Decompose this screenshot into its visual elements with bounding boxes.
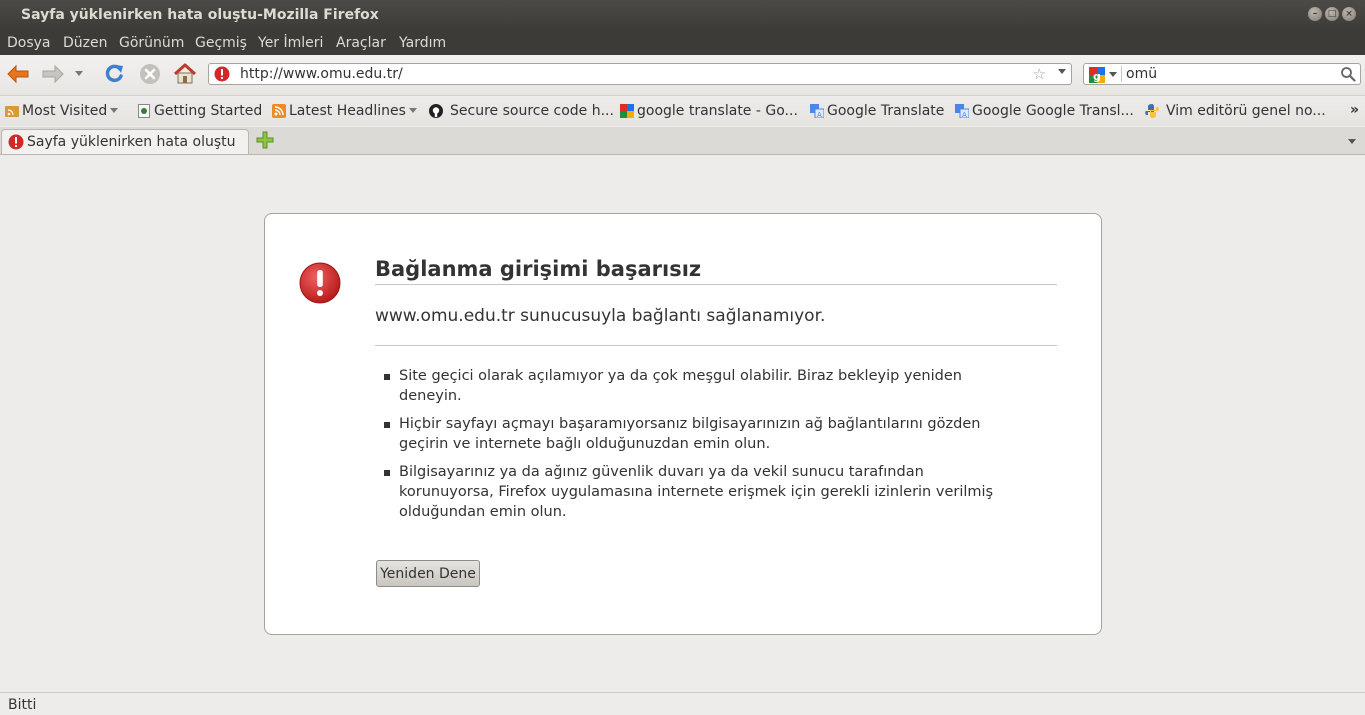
search-bar[interactable]: g omü: [1083, 63, 1361, 85]
svg-text:A: A: [817, 111, 822, 118]
window-title: Sayfa yüklenirken hata oluştu-Mozilla Fi…: [21, 7, 379, 23]
tab-active[interactable]: Sayfa yüklenirken hata oluştu: [1, 129, 249, 154]
svg-text:A: A: [962, 111, 967, 118]
github-icon: [429, 104, 443, 118]
stop-icon: [140, 64, 160, 84]
menu-bar: Dosya Düzen Görünüm Geçmiş Yer İmleri Ar…: [0, 32, 1365, 55]
bookmark-label: Google Translate: [827, 103, 945, 119]
window-controls: – □ ×: [1308, 7, 1356, 21]
back-button[interactable]: [5, 61, 31, 87]
bookmark-label: google translate - Go...: [637, 103, 798, 119]
tab-label: Sayfa yüklenirken hata oluştu: [27, 134, 236, 150]
svg-text:g: g: [1093, 70, 1101, 83]
maximize-button[interactable]: □: [1325, 7, 1339, 21]
menu-edit[interactable]: Düzen: [63, 35, 108, 51]
list-item: Bilgisayarınız ya da ağınız güvenlik duv…: [383, 462, 1023, 522]
url-text: http://www.omu.edu.tr/: [240, 66, 403, 82]
page-icon: [138, 104, 150, 118]
list-item: Hiçbir sayfayı açmayı başaramıyorsanız b…: [383, 414, 1023, 454]
chevron-right-icon: »: [1350, 102, 1360, 118]
list-all-tabs-button[interactable]: [1348, 139, 1356, 144]
menu-bookmarks[interactable]: Yer İmleri: [258, 35, 323, 51]
error-page-container: Bağlanma girişimi başarısız www.omu.edu.…: [264, 213, 1102, 635]
rss-folder-icon: [5, 106, 19, 117]
translate-icon: A: [810, 104, 824, 118]
home-icon: [173, 63, 197, 84]
bookmark-secure-source[interactable]: Secure source code h...: [429, 103, 614, 119]
bookmark-most-visited[interactable]: Most Visited: [5, 103, 119, 119]
window-titlebar: Sayfa yüklenirken hata oluştu-Mozilla Fi…: [0, 0, 1365, 32]
rss-icon: [272, 104, 286, 118]
search-engine-dropdown-icon[interactable]: [1109, 72, 1117, 77]
bookmarks-overflow-button[interactable]: »: [1350, 102, 1359, 118]
retry-button[interactable]: Yeniden Dene: [376, 560, 480, 587]
search-query: omü: [1126, 66, 1158, 82]
bookmark-star-icon[interactable]: ☆: [1033, 65, 1046, 83]
google-icon: [620, 104, 634, 118]
chevron-down-icon: [110, 108, 119, 113]
chevron-down-icon: [75, 71, 83, 76]
translate-icon: A: [955, 104, 969, 118]
minimize-button[interactable]: –: [1308, 7, 1322, 21]
url-dropdown-icon[interactable]: [1058, 69, 1066, 74]
bookmark-label: Getting Started: [154, 103, 263, 119]
bookmark-label: Most Visited: [22, 103, 108, 119]
bookmark-label: Google Google Transl...: [972, 103, 1134, 119]
bookmark-google-translate[interactable]: A Google Translate: [810, 103, 944, 119]
error-title: Bağlanma girişimi başarısız: [375, 257, 1057, 285]
menu-help[interactable]: Yardım: [399, 35, 446, 51]
bookmark-google-google-translate[interactable]: A Google Google Transl...: [955, 103, 1134, 119]
bookmark-label: Secure source code h...: [450, 103, 614, 119]
navigation-toolbar: http://www.omu.edu.tr/ ☆ g omü: [0, 55, 1365, 96]
home-button[interactable]: [172, 61, 198, 87]
page-content: Bağlanma girişimi başarısız www.omu.edu.…: [0, 155, 1365, 692]
tab-bar: Sayfa yüklenirken hata oluştu: [0, 127, 1365, 155]
list-item: Site geçici olarak açılamıyor ya da çok …: [383, 366, 1023, 406]
status-text: Bitti: [8, 697, 37, 713]
forward-button[interactable]: [40, 61, 66, 87]
bookmark-label: Vim editörü genel no...: [1166, 103, 1326, 119]
search-icon[interactable]: [1340, 66, 1356, 86]
bookmark-label: Latest Headlines: [289, 103, 406, 119]
stop-button[interactable]: [137, 61, 163, 87]
menu-view[interactable]: Görünüm: [119, 35, 184, 51]
bookmark-vim[interactable]: Vim editörü genel no...: [1145, 103, 1326, 119]
menu-history[interactable]: Geçmiş: [195, 35, 247, 51]
error-suggestions-list: Site geçici olarak açılamıyor ya da çok …: [383, 366, 1023, 530]
search-separator: [1121, 66, 1122, 82]
back-arrow-icon: [7, 64, 29, 84]
error-description: www.omu.edu.tr sunucusuyla bağlantı sağl…: [375, 306, 1057, 346]
new-tab-button[interactable]: [256, 131, 274, 153]
reload-button[interactable]: [101, 61, 127, 87]
status-bar: Bitti: [0, 692, 1365, 715]
bookmark-getting-started[interactable]: Getting Started: [137, 103, 262, 119]
error-site-icon: [214, 66, 230, 86]
error-icon: [299, 262, 341, 308]
history-dropdown-button[interactable]: [72, 61, 86, 87]
reload-icon: [105, 64, 123, 83]
bookmarks-toolbar: Most Visited Getting Started Latest Head…: [0, 96, 1365, 126]
google-engine-icon[interactable]: g: [1089, 67, 1105, 87]
bookmark-latest-headlines[interactable]: Latest Headlines: [272, 103, 417, 119]
bookmark-google-translate-search[interactable]: google translate - Go...: [620, 103, 798, 119]
menu-tools[interactable]: Araçlar: [336, 35, 386, 51]
forward-arrow-icon: [42, 64, 64, 84]
plus-icon: [256, 131, 274, 149]
close-window-button[interactable]: ×: [1342, 7, 1356, 21]
tab-error-icon: [8, 134, 24, 154]
chevron-down-icon: [408, 108, 417, 113]
menu-file[interactable]: Dosya: [7, 35, 51, 51]
url-bar[interactable]: http://www.omu.edu.tr/ ☆: [208, 63, 1072, 85]
python-icon: [1145, 104, 1159, 118]
